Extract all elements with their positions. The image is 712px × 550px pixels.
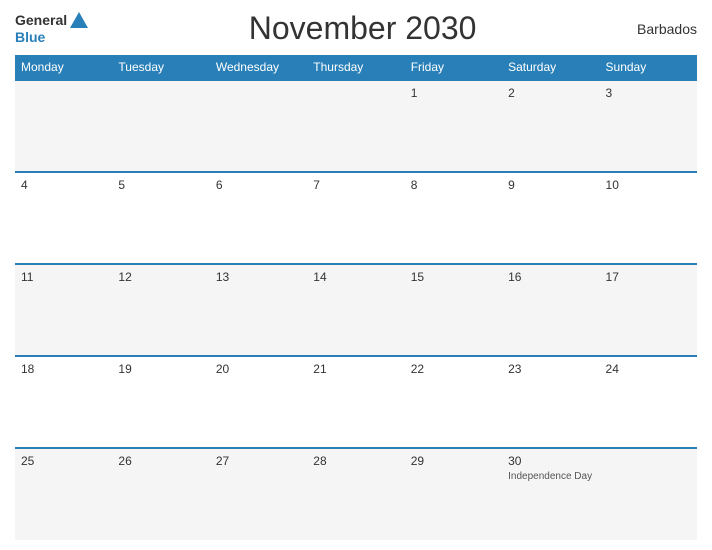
calendar-cell: 11 (15, 264, 112, 356)
calendar-header-row: MondayTuesdayWednesdayThursdayFridaySatu… (15, 55, 697, 80)
day-number: 7 (313, 178, 398, 192)
calendar-cell: 2 (502, 80, 599, 172)
calendar-cell: 8 (405, 172, 502, 264)
day-number: 19 (118, 362, 203, 376)
calendar-week-row: 456789 10 (15, 172, 697, 264)
calendar-cell: 4 (15, 172, 112, 264)
calendar-cell: 3 (600, 80, 697, 172)
weekday-header: Wednesday (210, 55, 307, 80)
calendar-cell: 24 (600, 356, 697, 448)
logo-blue-text: Blue (15, 30, 45, 45)
day-number: 27 (216, 454, 301, 468)
logo: General Blue (15, 12, 88, 45)
day-number: 30 (508, 454, 593, 468)
day-number: 13 (216, 270, 301, 284)
calendar-cell: 15 (405, 264, 502, 356)
country-name: Barbados (637, 21, 697, 37)
calendar-cell: 26 (112, 448, 209, 540)
calendar-week-row: 18 19 20 21 22 23 24 (15, 356, 697, 448)
calendar-cell: 20 (210, 356, 307, 448)
day-number: 20 (216, 362, 301, 376)
day-number: 12 (118, 270, 203, 284)
calendar-cell: 21 (307, 356, 404, 448)
day-number: 25 (21, 454, 106, 468)
calendar-week-row: 11 12 13 14 15 16 17 (15, 264, 697, 356)
day-number: 3 (606, 86, 691, 100)
day-number: 22 (411, 362, 496, 376)
calendar-cell: 29 (405, 448, 502, 540)
day-number: 9 (508, 178, 593, 192)
calendar-cell: 12 (112, 264, 209, 356)
day-number: 21 (313, 362, 398, 376)
calendar-cell: 25 (15, 448, 112, 540)
logo-general-text: General (15, 13, 67, 28)
weekday-header: Monday (15, 55, 112, 80)
calendar-cell (15, 80, 112, 172)
calendar-cell: 17 (600, 264, 697, 356)
day-number: 10 (606, 178, 691, 192)
day-number: 8 (411, 178, 496, 192)
day-number: 29 (411, 454, 496, 468)
day-number: 5 (118, 178, 203, 192)
weekday-header: Saturday (502, 55, 599, 80)
day-number: 1 (411, 86, 496, 100)
day-number: 28 (313, 454, 398, 468)
day-number: 2 (508, 86, 593, 100)
weekday-header: Sunday (600, 55, 697, 80)
calendar-cell (600, 448, 697, 540)
weekday-header: Tuesday (112, 55, 209, 80)
day-number: 24 (606, 362, 691, 376)
calendar-cell: 14 (307, 264, 404, 356)
calendar-title: November 2030 (249, 10, 477, 47)
calendar-cell: 16 (502, 264, 599, 356)
day-number: 4 (21, 178, 106, 192)
calendar-header: General Blue November 2030 Barbados (15, 10, 697, 47)
calendar-cell: 1 (405, 80, 502, 172)
calendar-cell: 5 (112, 172, 209, 264)
calendar-cell: 18 (15, 356, 112, 448)
weekday-header: Friday (405, 55, 502, 80)
calendar-cell: 27 (210, 448, 307, 540)
calendar-cell: 30 Independence Day (502, 448, 599, 540)
day-number: 23 (508, 362, 593, 376)
day-number: 14 (313, 270, 398, 284)
calendar-cell: 9 (502, 172, 599, 264)
day-number: 26 (118, 454, 203, 468)
day-number: 11 (21, 270, 106, 284)
day-number: 17 (606, 270, 691, 284)
logo-triangle-icon (70, 12, 88, 28)
calendar-cell: 28 (307, 448, 404, 540)
calendar-cell: 22 (405, 356, 502, 448)
calendar-cell: 19 (112, 356, 209, 448)
calendar-cell: 6 (210, 172, 307, 264)
calendar-week-row: 123 (15, 80, 697, 172)
calendar-cell: 10 (600, 172, 697, 264)
day-number: 16 (508, 270, 593, 284)
calendar-cell (112, 80, 209, 172)
calendar-cell: 13 (210, 264, 307, 356)
calendar-body: 1234567891011121314151617181920212223242… (15, 80, 697, 540)
day-number: 6 (216, 178, 301, 192)
calendar-table: MondayTuesdayWednesdayThursdayFridaySatu… (15, 55, 697, 540)
calendar-cell (307, 80, 404, 172)
weekday-header: Thursday (307, 55, 404, 80)
calendar-cell: 23 (502, 356, 599, 448)
day-number: 18 (21, 362, 106, 376)
calendar-cell: 7 (307, 172, 404, 264)
calendar-cell (210, 80, 307, 172)
holiday-name: Independence Day (508, 471, 593, 482)
day-number: 15 (411, 270, 496, 284)
calendar-week-row: 25 26 27 28 29 30 Independence Day (15, 448, 697, 540)
